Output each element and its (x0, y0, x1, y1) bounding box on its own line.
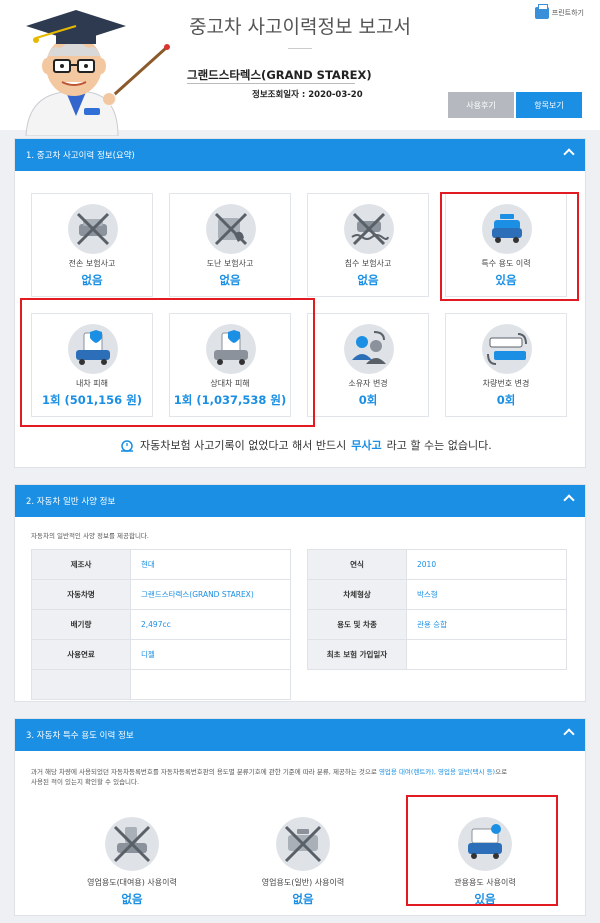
section-header-accident-summary[interactable]: 1. 중고차 사고이력 정보(요약) (15, 139, 585, 171)
total-loss-crossed-icon (68, 204, 118, 254)
section-header-general-spec[interactable]: 2. 자동차 일반 사양 정보 (15, 485, 585, 517)
view-items-button[interactable]: 항목보기 (516, 92, 582, 118)
car-name: 그랜드스타렉스(GRAND STAREX) (187, 68, 372, 82)
section-title: 3. 자동차 특수 용도 이력 정보 (26, 731, 134, 741)
spec-key (31, 669, 131, 700)
flood-crossed-icon (344, 204, 394, 254)
collapse-chevron-icon[interactable] (563, 494, 575, 506)
print-label: 프린트하기 (551, 9, 584, 17)
owner-change-icon (344, 324, 394, 374)
spec-row: 자동차명 그랜드스타렉스(GRAND STAREX) (31, 579, 291, 610)
collapse-chevron-icon[interactable] (563, 148, 575, 160)
spec-key: 용도 및 차종 (307, 609, 407, 640)
report-header: 중고차 사고이력정보 보고서 그랜드스타렉스(GRAND STAREX) 정보조… (0, 0, 600, 136)
card-value: 0회 (496, 393, 516, 407)
spec-key: 최초 보험 가입일자 (307, 639, 407, 670)
spec-key: 차체형상 (307, 579, 407, 610)
spec-row: 연식 2010 (307, 549, 567, 580)
highlight-box-special-use (440, 192, 579, 301)
rental-crossed-icon (105, 817, 159, 871)
section-title: 2. 자동차 일반 사양 정보 (26, 497, 116, 507)
card-value: 없음 (81, 273, 103, 287)
card-plate-change: 차량번호 변경 0회 (445, 313, 567, 417)
page-title: 중고차 사고이력정보 보고서 (189, 16, 411, 38)
desc-highlight: 영업용 대여(렌트카), 영업용 일반(택시 등) (378, 768, 496, 776)
taxi-crossed-icon (276, 817, 330, 871)
card-label: 영업용도(일반) 사용이력 (261, 878, 345, 887)
printer-icon (534, 4, 549, 19)
card-owner-change: 소유자 변경 0회 (307, 313, 429, 417)
plate-change-icon (482, 324, 532, 374)
spec-row: 배기량 2,497cc (31, 609, 291, 640)
highlight-box-damage (20, 298, 315, 427)
lookup-date-label: 정보조회일자 : (252, 90, 306, 100)
spec-row: 제조사 현대 (31, 549, 291, 580)
lookup-date-line: 정보조회일자 : 2020-03-20 (252, 88, 363, 100)
spec-key: 연식 (307, 549, 407, 580)
card-value: 없음 (121, 892, 143, 906)
card-value: 없음 (292, 892, 314, 906)
card-general-commercial-use: 영업용도(일반) 사용이력 없음 (228, 809, 378, 909)
desc-text-line2: 사용된 적이 있는지 확인할 수 있습니다. (31, 778, 140, 787)
spec-key: 배기량 (31, 609, 131, 640)
spec-table-right: 연식 2010 차체형상 박스형 용도 및 차종 관용 승합 최초 보험 가입일자 (307, 549, 567, 670)
report-page: 중고차 사고이력정보 보고서 그랜드스타렉스(GRAND STAREX) 정보조… (0, 0, 600, 923)
spec-table-left: 제조사 현대 자동차명 그랜드스타렉스(GRAND STAREX) 배기량 2,497cc… (31, 549, 291, 700)
spec-key: 자동차명 (31, 579, 131, 610)
desc-text-b: 으로 (495, 768, 508, 776)
card-value: 0회 (358, 393, 378, 407)
section-description: 과거 해당 차량에 사용되었던 자동차등록번호를 자동차등록번호판의 용도별 분… (31, 767, 571, 788)
spec-key: 사용연료 (31, 639, 131, 670)
no-accident-notice: 자동차보험 사고기록이 없었다고 해서 반드시 무사고 라고 할 수는 없습니다. (119, 437, 492, 453)
notice-highlight: 무사고 (351, 439, 382, 452)
spec-value: 그랜드스타렉스(GRAND STAREX) (130, 579, 291, 610)
card-theft: 도난 보험사고 없음 (169, 193, 291, 297)
spec-value: 관용 승합 (406, 609, 567, 640)
alarm-clock-icon (121, 440, 133, 452)
spec-value (130, 669, 291, 700)
theft-crossed-icon (206, 204, 256, 254)
card-value: 없음 (219, 273, 241, 287)
spec-value: 2010 (406, 549, 567, 580)
car-name-underline (187, 83, 355, 84)
card-label: 침수 보험사고 (344, 259, 392, 268)
section-header-special-use[interactable]: 3. 자동차 특수 용도 이력 정보 (15, 719, 585, 751)
general-spec-section: 2. 자동차 일반 사양 정보 자동차의 일반적인 사양 정보를 제공합니다. … (14, 484, 586, 702)
spec-row: 차체형상 박스형 (307, 579, 567, 610)
desc-text-a: 과거 해당 차량에 사용되었던 자동차등록번호를 자동차등록번호판의 용도별 분… (31, 768, 379, 776)
spec-value: 현대 (130, 549, 291, 580)
spec-row: 최초 보험 가입일자 (307, 639, 567, 670)
spec-value: 디젤 (130, 639, 291, 670)
review-button[interactable]: 사용후기 (448, 92, 514, 118)
card-value: 없음 (357, 273, 379, 287)
card-label: 영업용도(대여용) 사용이력 (87, 878, 177, 887)
print-button[interactable]: 프린트하기 (534, 4, 584, 19)
spec-row (31, 669, 291, 700)
card-label: 차량번호 변경 (482, 379, 530, 388)
spec-value: 박스형 (406, 579, 567, 610)
section-title: 1. 중고차 사고이력 정보(요약) (26, 151, 135, 161)
card-label: 도난 보험사고 (206, 259, 254, 268)
notice-text-after: 라고 할 수는 없습니다. (386, 439, 492, 452)
highlight-box-government-use (406, 795, 558, 906)
spec-key: 제조사 (31, 549, 131, 580)
card-label: 전손 보험사고 (68, 259, 116, 268)
spec-row: 사용연료 디젤 (31, 639, 291, 670)
lookup-date-value: 2020-03-20 (308, 90, 363, 100)
spec-row: 용도 및 차종 관용 승합 (307, 609, 567, 640)
card-rental-use: 영업용도(대여용) 사용이력 없음 (57, 809, 207, 909)
title-divider (288, 48, 312, 49)
card-label: 소유자 변경 (348, 379, 388, 388)
card-total-loss: 전손 보험사고 없음 (31, 193, 153, 297)
collapse-chevron-icon[interactable] (563, 728, 575, 740)
spec-value (406, 639, 567, 670)
section-description: 자동차의 일반적인 사양 정보를 제공합니다. (31, 532, 149, 540)
notice-text-before: 자동차보험 사고기록이 없었다고 해서 반드시 (140, 439, 347, 452)
spec-value: 2,497cc (130, 609, 291, 640)
card-flood: 침수 보험사고 없음 (307, 193, 429, 297)
